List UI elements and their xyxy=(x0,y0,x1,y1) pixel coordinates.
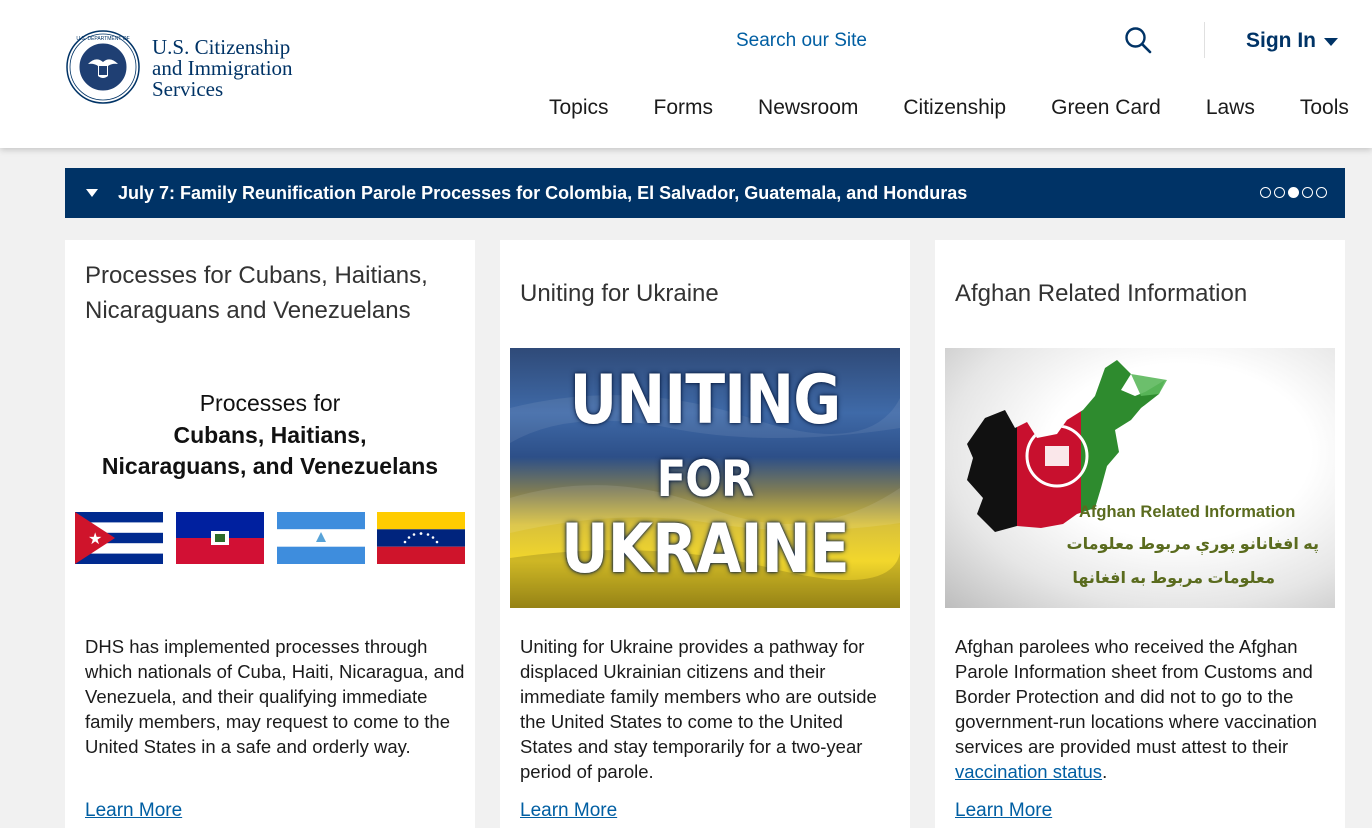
learn-more-link[interactable]: Learn More xyxy=(85,800,182,822)
header-divider xyxy=(1204,22,1205,58)
carousel-dot-5[interactable] xyxy=(1316,187,1327,198)
card-title: Uniting for Ukraine xyxy=(520,280,719,307)
main-nav: Topics Forms Newsroom Citizenship Green … xyxy=(549,96,1349,124)
triangle-down-icon[interactable] xyxy=(86,189,98,197)
nav-item-laws[interactable]: Laws xyxy=(1206,96,1255,124)
nav-item-topics[interactable]: Topics xyxy=(549,96,609,124)
search-icon[interactable] xyxy=(1124,26,1152,54)
svg-text:U.S. DEPARTMENT OF: U.S. DEPARTMENT OF xyxy=(76,36,129,42)
image-text-line2: Cubans, Haitians, xyxy=(173,422,367,448)
image-text-line2: FOR xyxy=(656,450,754,508)
nav-item-newsroom[interactable]: Newsroom xyxy=(758,96,858,124)
card-description: Uniting for Ukraine provides a pathway f… xyxy=(520,636,877,782)
dhs-seal-icon[interactable]: U.S. DEPARTMENT OF xyxy=(66,30,140,104)
site-brand[interactable]: U.S. Citizenship and Immigration Service… xyxy=(152,37,293,100)
image-text-line1: Afghan Related Information xyxy=(1079,503,1296,521)
brand-line2: and Immigration xyxy=(152,56,293,80)
nav-item-citizenship[interactable]: Citizenship xyxy=(903,96,1006,124)
brand-line1: U.S. Citizenship xyxy=(152,35,291,59)
sign-in-button[interactable]: Sign In xyxy=(1246,29,1338,53)
carousel-dot-4[interactable] xyxy=(1302,187,1313,198)
card-image-afghan[interactable]: Afghan Related Information په افغانانو پ… xyxy=(945,348,1335,608)
brand-line3: Services xyxy=(152,77,224,101)
venezuela-flag-icon xyxy=(377,512,465,564)
learn-more-link[interactable]: Learn More xyxy=(955,800,1052,822)
image-text-line2: په افغانانو پورې مربوط معلومات xyxy=(1066,536,1319,553)
caret-down-icon xyxy=(1324,38,1338,46)
card-chnv: Processes for Cubans, Haitians, Nicaragu… xyxy=(65,240,475,828)
image-text-line3: معلومات مربوط به افغانها xyxy=(1072,570,1275,587)
nav-item-forms[interactable]: Forms xyxy=(654,96,714,124)
card-description: Afghan parolees who received the Afghan … xyxy=(955,634,1335,784)
nicaragua-flag-icon xyxy=(277,512,365,564)
description-text: Afghan parolees who received the Afghan … xyxy=(955,636,1317,757)
card-ukraine: Uniting for Ukraine UNITING FOR UKRAINE … xyxy=(500,240,910,828)
image-text-line1: UNITING xyxy=(569,361,842,440)
nav-item-green-card[interactable]: Green Card xyxy=(1051,96,1161,124)
carousel-dot-2[interactable] xyxy=(1274,187,1285,198)
carousel-dot-1[interactable] xyxy=(1260,187,1271,198)
carousel-dot-3[interactable] xyxy=(1288,187,1299,198)
image-text-line1: Processes for xyxy=(199,390,341,416)
alert-banner: July 7: Family Reunification Parole Proc… xyxy=(65,168,1345,218)
card-description: DHS has implemented processes through wh… xyxy=(85,636,465,757)
carousel-dots xyxy=(1260,187,1327,198)
card-afghan: Afghan Related Information Afghan Relate… xyxy=(935,240,1345,828)
image-text-line3: Nicaraguans, and Venezuelans xyxy=(101,453,439,479)
vaccination-status-link[interactable]: vaccination status xyxy=(955,761,1102,782)
image-text-line3: UKRAINE xyxy=(561,510,850,589)
flags-image: ★ xyxy=(75,512,465,564)
svg-text:★: ★ xyxy=(88,529,102,548)
site-header: U.S. DEPARTMENT OF U.S. Citizenship and … xyxy=(0,0,1372,148)
card-image-ukraine[interactable]: UNITING FOR UKRAINE xyxy=(510,348,900,608)
cuba-flag-icon: ★ xyxy=(75,512,163,564)
nav-item-tools[interactable]: Tools xyxy=(1300,96,1349,124)
card-title: Afghan Related Information xyxy=(955,280,1248,307)
search-input[interactable]: Search our Site xyxy=(736,30,867,52)
alert-text[interactable]: July 7: Family Reunification Parole Proc… xyxy=(118,183,967,204)
card-title: Processes for Cubans, Haitians, Nicaragu… xyxy=(85,262,428,324)
haiti-flag-icon xyxy=(176,512,264,564)
learn-more-link[interactable]: Learn More xyxy=(520,800,617,822)
sign-in-label: Sign In xyxy=(1246,29,1316,52)
description-period: . xyxy=(1102,761,1108,782)
card-image-chnv[interactable]: Processes for Cubans, Haitians, Nicaragu… xyxy=(75,348,465,608)
